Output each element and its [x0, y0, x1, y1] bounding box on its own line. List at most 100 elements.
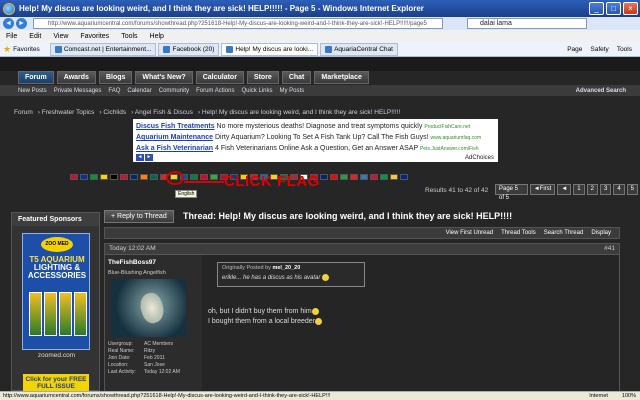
page-5[interactable]: 5 [626, 184, 638, 195]
breadcrumb-forum[interactable]: Forum [14, 109, 33, 116]
browser-tab[interactable]: Facebook (20) [158, 42, 220, 56]
favorites-button[interactable]: ★ Favorites [3, 44, 40, 55]
quote-author[interactable]: mel_20_20 [272, 265, 300, 271]
menu-favorites[interactable]: Favorites [80, 33, 109, 40]
page-2[interactable]: 2 [586, 184, 598, 195]
nav-forum[interactable]: Forum [18, 71, 54, 84]
post-number[interactable]: #41 [604, 244, 615, 254]
breadcrumb-cichlids[interactable]: Cichlids [103, 109, 126, 116]
menu-tools[interactable]: Tools [121, 33, 137, 40]
page-3[interactable]: 3 [599, 184, 612, 195]
nav-awards[interactable]: Awards [56, 71, 96, 84]
ad-line[interactable]: Discus Fish Treatments No more mysteriou… [136, 121, 495, 132]
sponsor-ad-banner[interactable]: ZOO MED T5 AQUARIUM LIGHTING & ACCESSORI… [22, 233, 90, 350]
language-flag-icon[interactable] [400, 174, 408, 180]
thread-tools-menu[interactable]: Thread Tools [501, 230, 536, 236]
breadcrumb-freshwater[interactable]: Freshwater Topics [42, 109, 95, 116]
subnav-faq[interactable]: FAQ [108, 88, 120, 94]
safety-menu[interactable]: Safety [590, 46, 608, 53]
language-flag-icon[interactable] [110, 174, 118, 180]
language-flag-icon[interactable] [90, 174, 98, 180]
language-flag-icon[interactable] [100, 174, 108, 180]
advanced-search-link[interactable]: Advanced Search [576, 88, 626, 94]
adchoices-label[interactable]: AdChoices [465, 155, 494, 161]
language-flag-icon[interactable] [190, 174, 198, 180]
breadcrumb-angelfish-discus[interactable]: Angel Fish & Discus [135, 109, 193, 116]
language-flag-icon[interactable] [370, 174, 378, 180]
nav-whats-new[interactable]: What's New? [135, 71, 193, 84]
maximize-button[interactable]: □ [606, 2, 621, 15]
language-flag-icon[interactable] [150, 174, 158, 180]
browser-tab-active[interactable]: Help! My discus are looki... [221, 42, 319, 56]
ad-url[interactable]: ProductFishCare.net [424, 124, 470, 130]
subnav-new-posts[interactable]: New Posts [18, 88, 47, 94]
ad-title[interactable]: Ask a Fish Veterinarian [136, 145, 213, 152]
language-flag-icon[interactable] [140, 174, 148, 180]
page-menu[interactable]: Page [567, 46, 582, 53]
ad-prev-button[interactable]: ◄ [136, 154, 144, 161]
nav-chat[interactable]: Chat [281, 71, 312, 84]
page-1[interactable]: 1 [573, 184, 585, 195]
sponsor-url[interactable]: zoomed.com [12, 352, 101, 359]
subnav-forum-actions[interactable]: Forum Actions [196, 88, 234, 94]
page-prev[interactable]: ◄ [557, 184, 572, 195]
minimize-button[interactable]: _ [589, 2, 604, 15]
subnav-private-messages[interactable]: Private Messages [54, 88, 102, 94]
annotation-line [184, 181, 224, 183]
ad-next-button[interactable]: ► [145, 154, 153, 161]
display-menu[interactable]: Display [591, 230, 611, 236]
browser-tab[interactable]: AquariaCentral Chat [320, 42, 398, 56]
menu-view[interactable]: View [53, 33, 68, 40]
language-flag-icon[interactable] [120, 174, 128, 180]
ad-title[interactable]: Aquarium Maintenance [136, 134, 213, 141]
language-flag-icon[interactable] [200, 174, 208, 180]
language-flag-icon[interactable] [70, 174, 78, 180]
language-flag-icon[interactable] [80, 174, 88, 180]
forward-button[interactable]: ► [16, 18, 27, 29]
language-flag-icon[interactable] [380, 174, 388, 180]
back-button[interactable]: ◄ [3, 18, 14, 29]
page-first[interactable]: ◄First [529, 184, 556, 195]
language-flag-icon[interactable] [340, 174, 348, 180]
nav-blogs[interactable]: Blogs [98, 71, 133, 84]
ad-url[interactable]: Pets.JustAnswer.com/Fish [420, 146, 479, 152]
ad-title[interactable]: Discus Fish Treatments [136, 123, 215, 130]
user-avatar[interactable] [111, 279, 186, 337]
stat-key: Location: [108, 362, 129, 368]
search-input[interactable]: dalai lama [467, 18, 587, 29]
page-4[interactable]: 4 [613, 184, 625, 195]
language-flag-icon[interactable] [360, 174, 368, 180]
language-flag-icon[interactable] [390, 174, 398, 180]
language-flag-icon[interactable] [210, 174, 218, 180]
search-thread-menu[interactable]: Search Thread [544, 230, 584, 236]
language-flag-icon[interactable] [320, 174, 328, 180]
close-window-button[interactable]: × [623, 2, 638, 15]
ad-url[interactable]: www.aquariumfaq.com [431, 135, 482, 141]
menu-edit[interactable]: Edit [29, 33, 41, 40]
nav-marketplace[interactable]: Marketplace [314, 71, 369, 84]
view-first-unread-link[interactable]: View First Unread [446, 230, 494, 236]
reply-to-thread-button[interactable]: + Reply to Thread [104, 210, 174, 223]
ad-line[interactable]: Ask a Fish Veterinarian 4 Fish Veterinar… [136, 143, 495, 154]
nav-store[interactable]: Store [246, 71, 279, 84]
ad-line[interactable]: Aquarium Maintenance Dirty Aquarium? Loo… [136, 132, 495, 143]
subnav-my-posts[interactable]: My Posts [279, 88, 304, 94]
language-flag-icon[interactable] [130, 174, 138, 180]
stat-value: San Jose [144, 362, 165, 368]
language-flag-icon[interactable] [330, 174, 338, 180]
tab-label: AquariaCentral Chat [334, 45, 393, 53]
zoom-level[interactable]: 100% [622, 392, 636, 400]
nav-calculator[interactable]: Calculator [195, 71, 244, 84]
language-flag-icon[interactable] [350, 174, 358, 180]
subnav-quick-links[interactable]: Quick Links [241, 88, 272, 94]
address-input[interactable]: http://www.aquariumcentral.com/forums/sh… [33, 18, 443, 29]
tools-menu[interactable]: Tools [617, 46, 632, 53]
menu-help[interactable]: Help [150, 33, 164, 40]
page-indicator[interactable]: Page 5 of 5 [495, 184, 528, 201]
free-issue-button[interactable]: Click for your FREE FULL ISSUE [23, 374, 89, 391]
menu-file[interactable]: File [6, 33, 17, 40]
browser-tab[interactable]: Comcast.net | Entertainment... [49, 42, 157, 56]
subnav-calendar[interactable]: Calendar [127, 88, 151, 94]
post-username[interactable]: TheFishBoss97 [108, 259, 156, 266]
subnav-community[interactable]: Community [159, 88, 189, 94]
